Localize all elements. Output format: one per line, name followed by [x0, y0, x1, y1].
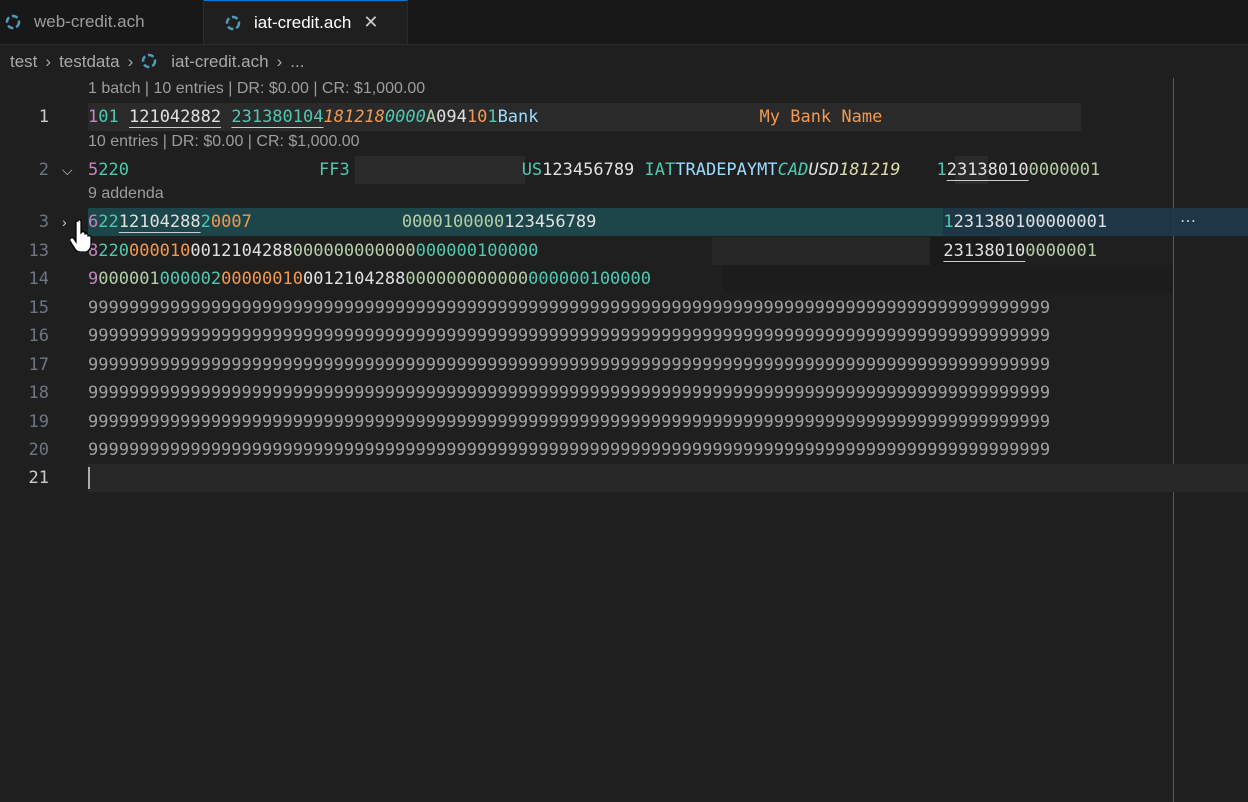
line-number: 3	[38, 212, 49, 232]
ach-file-icon	[4, 13, 22, 31]
ach-file-icon	[224, 14, 242, 32]
code-text: 9999999999999999999999999999999999999999…	[88, 440, 1051, 460]
tab-bar: web-credit.ach iat-credit.ach ✕	[0, 0, 1248, 45]
code-text: 101 121042882 2313801041812180000A094101…	[88, 107, 883, 127]
code-text: 9000001000002000000100012104288000000000…	[88, 269, 651, 289]
line-number: 16	[28, 326, 49, 346]
breadcrumb-item-testdata[interactable]: testdata	[59, 52, 120, 72]
code-line-1: 1 101 121042882 2313801041812180000A0941…	[0, 103, 1248, 131]
code-line-15: 15 9999999999999999999999999999999999999…	[0, 294, 1248, 322]
text-cursor	[88, 467, 90, 489]
code-line-13: 13 8220000010001210428800000000000000000…	[0, 237, 1248, 265]
line-number: 15	[28, 298, 49, 318]
code-line-20: 20 9999999999999999999999999999999999999…	[0, 436, 1248, 464]
line-number: 20	[28, 440, 49, 460]
code-text: 9999999999999999999999999999999999999999…	[88, 298, 1051, 318]
code-text: 9999999999999999999999999999999999999999…	[88, 412, 1051, 432]
code-line-19: 19 9999999999999999999999999999999999999…	[0, 408, 1248, 436]
code-text: 5220 FF3 US123456789 IATTRADEPAYMTCADUSD18…	[88, 160, 1101, 180]
codelens-file-summary[interactable]: 1 batch | 10 entries | DR: $0.00 | CR: $…	[88, 80, 425, 98]
breadcrumb-item-symbol[interactable]: ...	[290, 52, 304, 72]
code-line-16: 16 9999999999999999999999999999999999999…	[0, 322, 1248, 350]
line-number: 18	[28, 383, 49, 403]
line-number: 13	[28, 241, 49, 261]
tab-label: iat-credit.ach	[254, 12, 352, 32]
editor[interactable]: 1 batch | 10 entries | DR: $0.00 | CR: $…	[0, 78, 1248, 802]
code-text: 9999999999999999999999999999999999999999…	[88, 355, 1051, 375]
line-number: 2	[38, 160, 49, 180]
chevron-right-icon: ›	[276, 52, 283, 71]
code-line-17: 17 9999999999999999999999999999999999999…	[0, 351, 1248, 379]
codelens-batch-summary[interactable]: 10 entries | DR: $0.00 | CR: $1,000.00	[88, 133, 360, 151]
code-text: 9999999999999999999999999999999999999999…	[88, 383, 1051, 403]
chevron-down-icon[interactable]: ⌵	[62, 162, 78, 178]
chevron-right-icon: ›	[45, 52, 52, 71]
code-line-3: 3 › 6221210428820007 0000100000123456789 1…	[0, 208, 1248, 236]
line-number: 21	[28, 468, 49, 488]
folded-ellipsis[interactable]: ⋯	[1180, 208, 1196, 236]
codelens-addenda[interactable]: 9 addenda	[88, 185, 164, 203]
breadcrumb-item-test[interactable]: test	[10, 52, 37, 72]
code-line-21: 21	[0, 464, 1248, 492]
line-number: 17	[28, 355, 49, 375]
chevron-right-icon: ›	[127, 52, 134, 71]
code-text: 9999999999999999999999999999999999999999…	[88, 326, 1051, 346]
line-number: 1	[38, 107, 49, 127]
line-number: 14	[28, 269, 49, 289]
code-text: 8220000010001210428800000000000000000010…	[88, 241, 1097, 261]
hand-pointer-icon	[70, 219, 92, 252]
line-number: 19	[28, 412, 49, 432]
code-text: 6221210428820007 0000100000123456789 12313…	[88, 212, 1108, 232]
tab-iat-credit[interactable]: iat-credit.ach ✕	[204, 0, 408, 44]
ach-file-icon	[141, 53, 159, 71]
breadcrumb-item-file[interactable]: iat-credit.ach	[171, 52, 268, 72]
tab-label: web-credit.ach	[34, 12, 145, 31]
code-line-18: 18 9999999999999999999999999999999999999…	[0, 379, 1248, 407]
close-icon[interactable]: ✕	[363, 12, 378, 33]
tab-web-credit[interactable]: web-credit.ach	[0, 0, 204, 44]
code-line-2: 2 ⌵ 5220 FF3 US123456789 IATTRADEPAYMTCADU…	[0, 156, 1248, 184]
breadcrumb: test › testdata › iat-credit.ach › ...	[10, 50, 304, 74]
code-line-14: 14 9000001000002000000100012104288000000…	[0, 265, 1248, 293]
